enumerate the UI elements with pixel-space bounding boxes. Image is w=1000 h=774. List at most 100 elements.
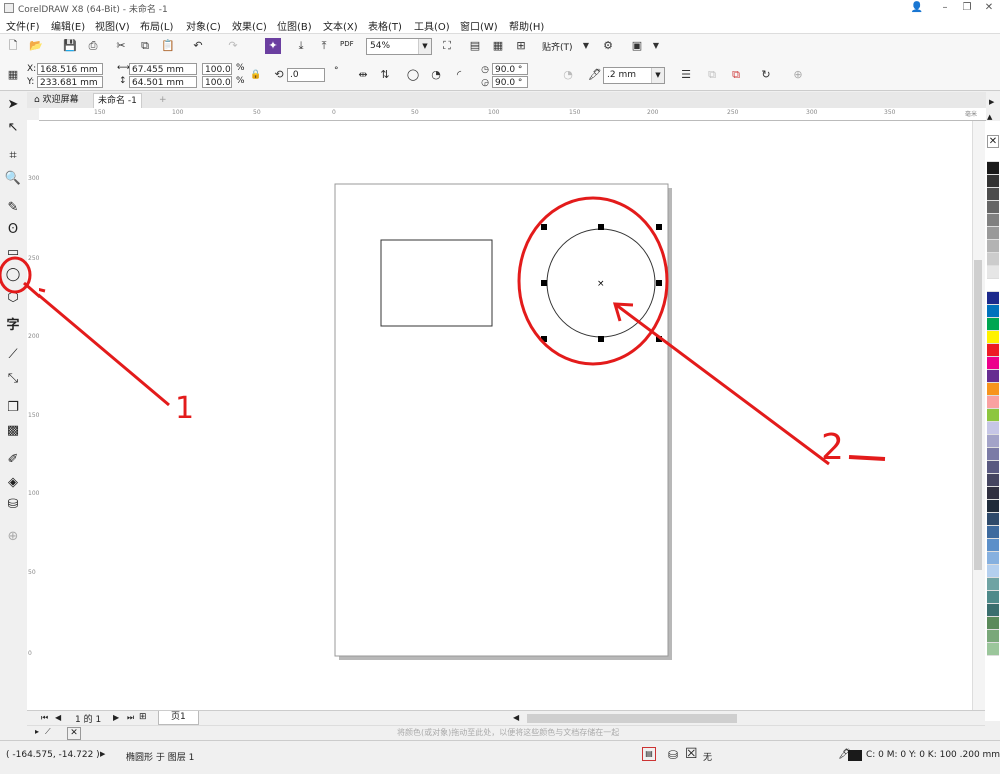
selection-handle[interactable] — [598, 336, 604, 342]
color-swatch[interactable] — [987, 292, 999, 305]
color-swatch[interactable] — [987, 253, 999, 266]
chevron-right-icon[interactable]: ▶ — [989, 98, 994, 106]
add-tool-icon[interactable]: ⊕ — [4, 528, 22, 546]
change-direction-icon[interactable]: ◔ — [560, 67, 576, 83]
menu-effects[interactable]: 效果(C) — [232, 18, 267, 33]
menu-object[interactable]: 对象(C) — [186, 18, 221, 33]
zoom-tool-icon[interactable]: 🔍 — [4, 170, 22, 188]
scale-width-field[interactable]: 100.0 — [202, 63, 232, 75]
color-swatch[interactable] — [987, 383, 999, 396]
zoom-level-select[interactable]: 54% ▼ — [366, 38, 432, 55]
selection-handle[interactable] — [656, 224, 662, 230]
color-swatch[interactable] — [987, 370, 999, 383]
mirror-vertical-icon[interactable]: ⇅ — [377, 67, 393, 83]
color-swatch[interactable] — [987, 552, 999, 565]
color-swatch[interactable] — [987, 643, 999, 656]
color-swatch[interactable] — [987, 344, 999, 357]
menu-file[interactable]: 文件(F) — [6, 18, 40, 33]
crop-tool-icon[interactable]: ⌗ — [4, 147, 22, 165]
menu-tools[interactable]: 工具(O) — [414, 18, 450, 33]
horizontal-ruler[interactable]: 150 100 50 0 50 100 150 200 250 300 350 … — [39, 108, 986, 121]
color-swatch[interactable] — [987, 578, 999, 591]
export-icon[interactable]: ⤒ — [316, 38, 332, 54]
color-swatch[interactable] — [987, 175, 999, 188]
color-swatch[interactable] — [987, 214, 999, 227]
color-swatch[interactable] — [987, 318, 999, 331]
menu-window[interactable]: 窗口(W) — [460, 18, 498, 33]
snap-to-menu[interactable]: 贴齐(T) — [542, 40, 573, 53]
y-position-field[interactable]: 233.681 mm — [37, 76, 103, 88]
pick-tool-icon[interactable]: ➤ — [4, 96, 22, 114]
color-swatch[interactable] — [987, 461, 999, 474]
horizontal-scroll-thumb[interactable] — [527, 714, 737, 723]
drawing-canvas[interactable]: × 1 2 — [39, 121, 984, 711]
paste-icon[interactable]: 📋 — [160, 38, 176, 54]
minimize-button[interactable]: – — [934, 1, 956, 14]
menu-table[interactable]: 表格(T) — [368, 18, 402, 33]
close-button[interactable]: ✕ — [978, 1, 1000, 14]
cut-icon[interactable]: ✂ — [113, 38, 129, 54]
selection-handle[interactable] — [541, 224, 547, 230]
color-swatch[interactable] — [987, 513, 999, 526]
options-gear-icon[interactable]: ⚙ — [600, 38, 616, 54]
color-swatch[interactable] — [987, 435, 999, 448]
eyedropper-small-icon[interactable]: ⟋ — [45, 727, 51, 737]
quick-customize-icon[interactable]: ↻ — [758, 67, 774, 83]
color-swatch[interactable] — [987, 409, 999, 422]
menu-view[interactable]: 视图(V) — [95, 18, 130, 33]
redo-icon[interactable]: ↷ — [225, 38, 241, 54]
color-swatch[interactable] — [987, 487, 999, 500]
print-icon[interactable]: ⎙ — [85, 38, 101, 54]
color-swatch[interactable] — [987, 149, 999, 162]
interactive-fill-icon[interactable]: ◈ — [4, 474, 22, 492]
play-icon[interactable]: ▶ — [100, 750, 105, 758]
pie-mode-icon[interactable]: ◔ — [428, 67, 444, 83]
smart-fill-icon[interactable]: ⛁ — [4, 496, 22, 514]
outline-color-swatch[interactable] — [848, 750, 862, 761]
vertical-scroll-thumb[interactable] — [974, 260, 982, 570]
scale-height-field[interactable]: 100.0 — [202, 76, 232, 88]
chevron-down-icon[interactable]: ▼ — [648, 38, 664, 54]
color-swatch[interactable] — [987, 279, 999, 292]
parallel-dimension-icon[interactable]: ⟋ — [4, 346, 22, 364]
palette-arrow-icon[interactable]: ▸ — [35, 727, 39, 736]
color-swatch[interactable] — [987, 396, 999, 409]
text-tool-icon[interactable]: 字 — [4, 317, 22, 335]
color-swatch[interactable] — [987, 565, 999, 578]
color-swatch[interactable] — [987, 240, 999, 253]
artistic-media-icon[interactable]: ʘ — [4, 221, 22, 239]
width-field[interactable]: 67.455 mm — [129, 63, 197, 75]
menu-help[interactable]: 帮助(H) — [509, 18, 544, 33]
tab-welcome[interactable]: ⌂ 欢迎屏幕 — [30, 93, 83, 107]
freehand-tool-icon[interactable]: ✎ — [4, 199, 22, 217]
color-swatch[interactable] — [987, 162, 999, 175]
menu-edit[interactable]: 编辑(E) — [51, 18, 85, 33]
color-swatch[interactable] — [987, 617, 999, 630]
no-color-swatch[interactable]: ✕ — [987, 135, 999, 148]
color-swatch[interactable] — [987, 474, 999, 487]
save-icon[interactable]: 💾 — [62, 38, 78, 54]
convert-outline-icon[interactable]: ⧉ — [728, 67, 744, 83]
color-swatch[interactable] — [987, 422, 999, 435]
end-angle-field[interactable]: 90.0 ° — [492, 76, 528, 88]
color-swatch[interactable] — [987, 630, 999, 643]
publish-pdf-icon[interactable]: PDF — [340, 40, 354, 48]
color-swatch[interactable] — [987, 188, 999, 201]
tab-untitled[interactable]: 未命名 -1 — [93, 93, 142, 108]
wrap-text-icon[interactable]: ☰ — [678, 67, 694, 83]
menu-bitmap[interactable]: 位图(B) — [277, 18, 312, 33]
new-tab-icon[interactable]: + — [155, 93, 171, 107]
open-icon[interactable]: 📂 — [28, 38, 44, 54]
drop-shadow-icon[interactable]: ❐ — [4, 399, 22, 417]
color-swatch[interactable] — [987, 266, 999, 279]
selection-handle[interactable] — [598, 224, 604, 230]
transparency-icon[interactable]: ▩ — [4, 422, 22, 440]
connector-tool-icon[interactable]: ⤡ — [4, 370, 22, 388]
menu-text[interactable]: 文本(X) — [323, 18, 358, 33]
menu-layout[interactable]: 布局(L) — [140, 18, 173, 33]
rotation-field[interactable]: .0 — [287, 68, 325, 82]
add-page-icon[interactable]: ⊞ — [139, 712, 147, 722]
show-guidelines-icon[interactable]: ⊞ — [513, 38, 529, 54]
chevron-down-icon[interactable]: ▼ — [578, 38, 594, 54]
mirror-horizontal-icon[interactable]: ⇹ — [355, 67, 371, 83]
